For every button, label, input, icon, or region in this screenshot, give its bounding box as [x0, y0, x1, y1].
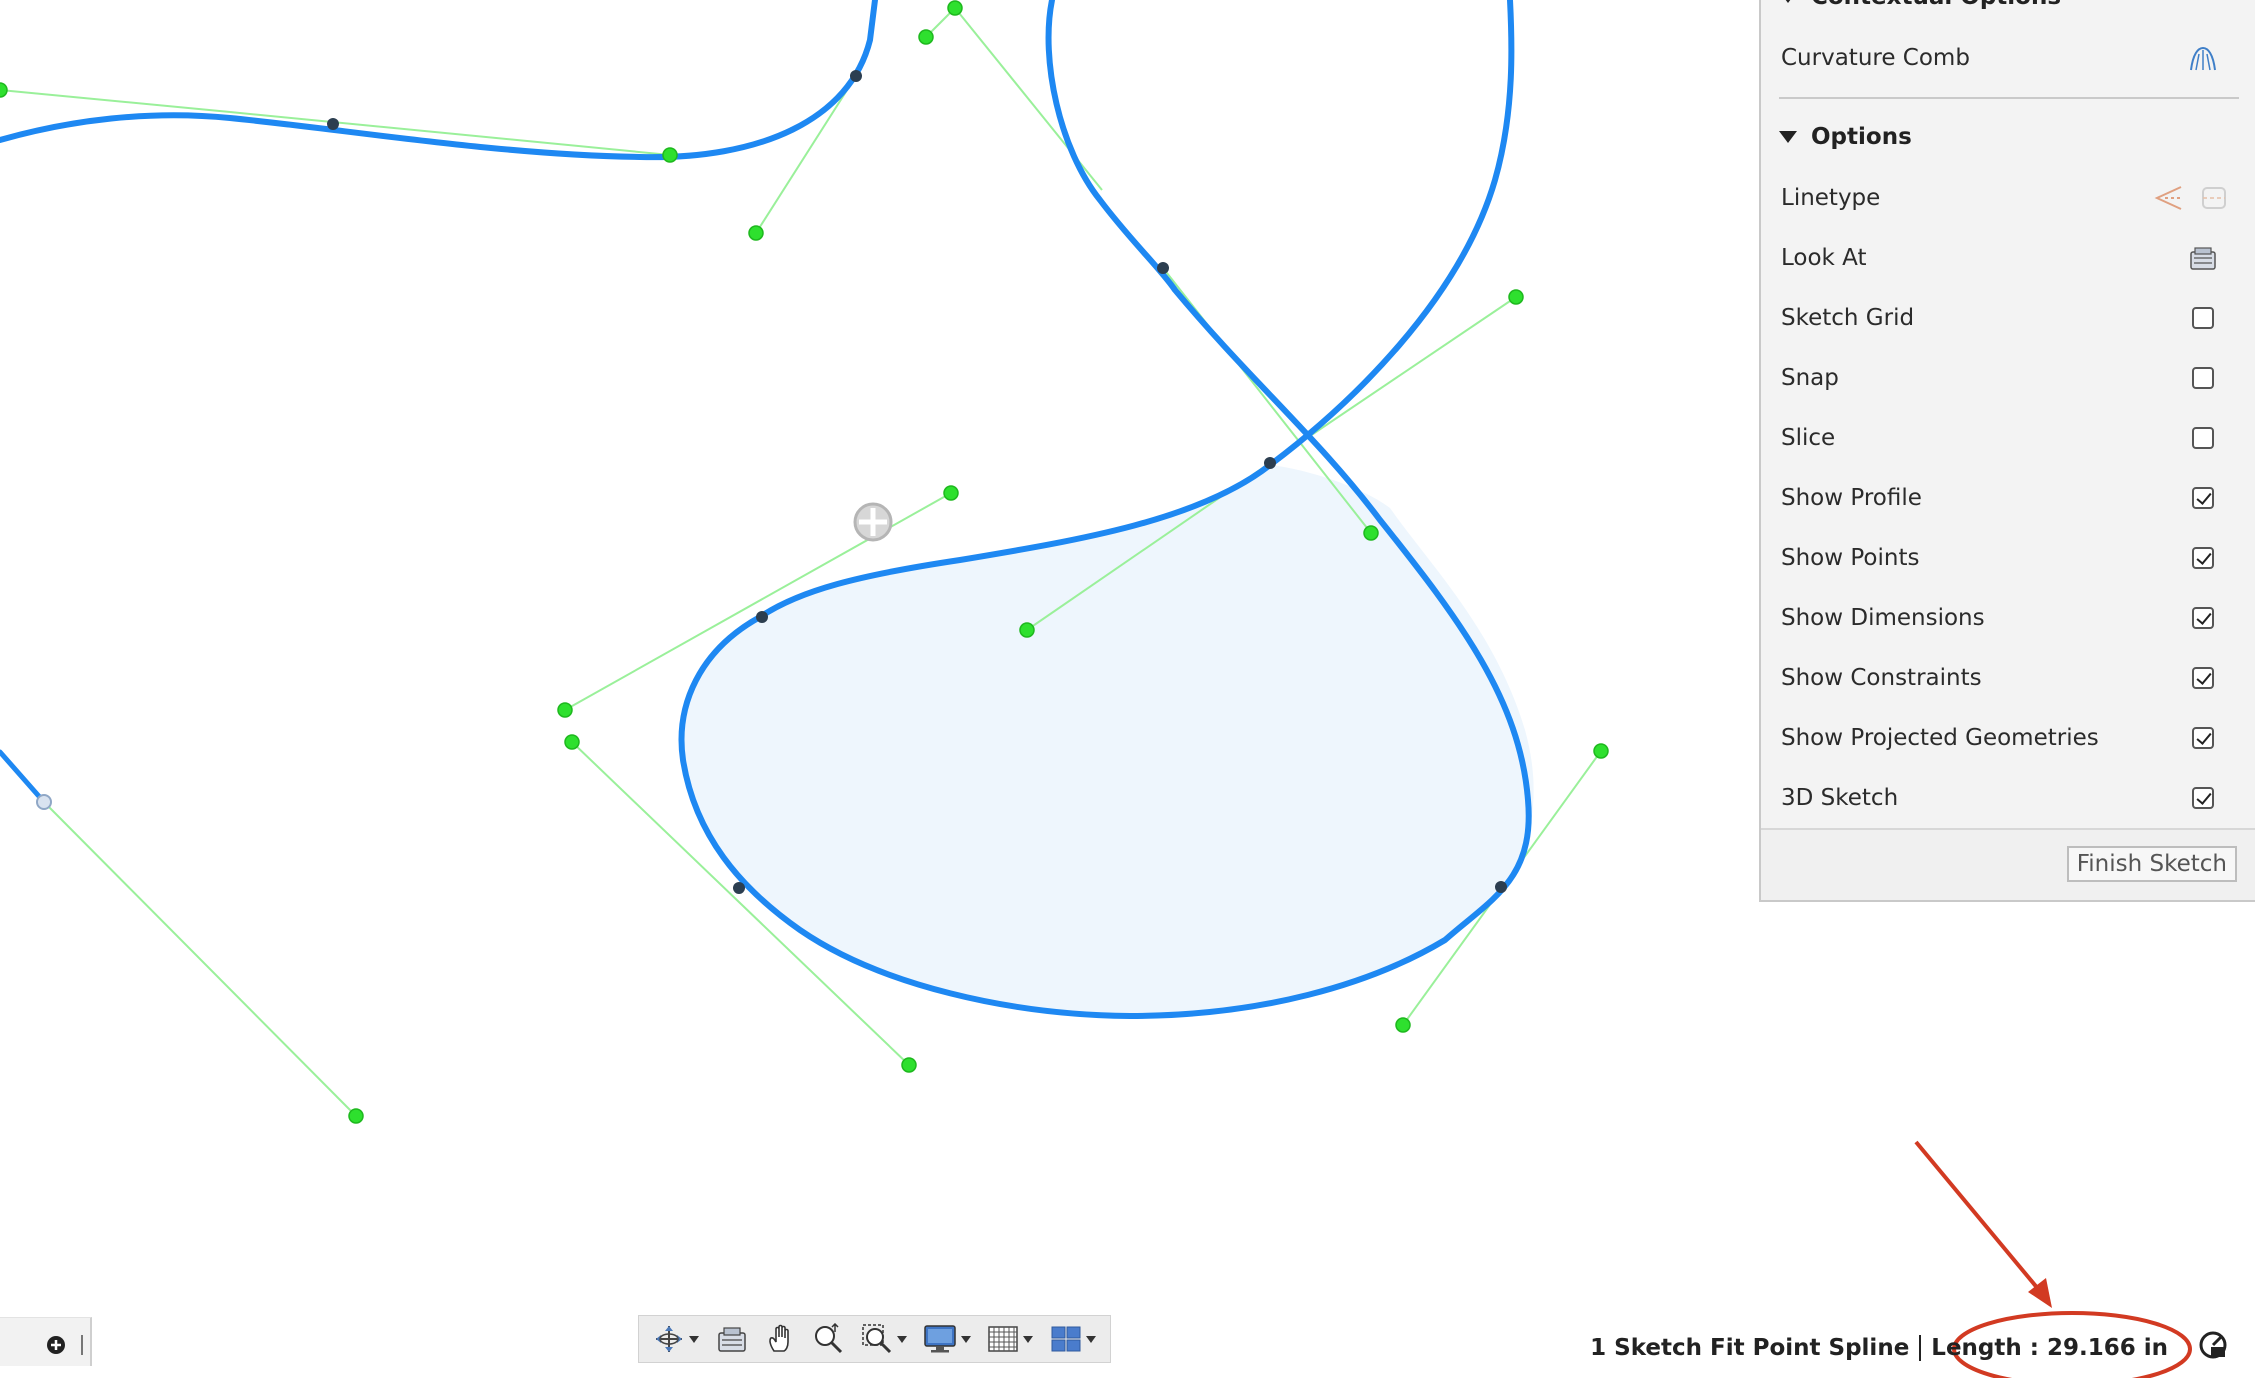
linetype-controls — [2129, 181, 2229, 215]
browser-collapsed-stub[interactable] — [0, 1317, 92, 1366]
length-readout: Length : 29.166 in — [1931, 1335, 2168, 1361]
viewports-tool[interactable] — [1050, 1323, 1096, 1355]
status-separator — [1919, 1335, 1922, 1361]
zoom-window-icon[interactable] — [861, 1323, 893, 1355]
slice-row: Slice — [1781, 418, 2221, 458]
navigation-bar — [638, 1315, 1111, 1363]
chevron-down-icon[interactable] — [689, 1335, 700, 1343]
show-constraints-checkbox[interactable] — [2192, 667, 2214, 689]
3d-sketch-label: 3D Sketch — [1781, 785, 1899, 811]
look-at-icon[interactable] — [716, 1324, 748, 1354]
look-at-label: Look At — [1781, 245, 1867, 271]
show-projected-geometries-label: Show Projected Geometries — [1781, 725, 2099, 751]
pan-hand-icon[interactable] — [764, 1323, 796, 1355]
curvature-comb-row: Curvature Comb — [1781, 38, 2221, 78]
section-divider — [1779, 97, 2239, 99]
collapse-triangle-icon[interactable] — [1779, 131, 1797, 143]
construction-linetype-icon[interactable] — [2153, 183, 2185, 213]
sketch-grid-label: Sketch Grid — [1781, 305, 1915, 331]
contextual-options-header[interactable]: Contextual Options — [1779, 0, 2061, 10]
slice-label: Slice — [1781, 425, 1836, 451]
sketch-grid-row: Sketch Grid — [1781, 298, 2221, 338]
curvature-comb-icon[interactable] — [2177, 41, 2229, 75]
grid-tool[interactable] — [987, 1323, 1034, 1355]
cursor-marker-icon — [853, 502, 893, 542]
finish-sketch-button[interactable]: Finish Sketch — [2066, 846, 2237, 882]
collapse-triangle-icon[interactable] — [1779, 0, 1797, 3]
viewports-icon[interactable] — [1050, 1323, 1082, 1355]
sketch-grid-checkbox[interactable] — [2192, 307, 2214, 329]
3d-sketch-checkbox[interactable] — [2192, 787, 2214, 809]
look-at-row: Look At — [1781, 238, 2221, 278]
3d-sketch-row: 3D Sketch — [1781, 778, 2221, 818]
linetype-label: Linetype — [1781, 185, 1881, 211]
show-constraints-label: Show Constraints — [1781, 665, 1982, 691]
centerline-linetype-icon[interactable] — [2199, 183, 2229, 213]
show-points-row: Show Points — [1781, 538, 2221, 578]
curvature-comb-label: Curvature Comb — [1781, 45, 1970, 71]
selection-status: 1 Sketch Fit Point Spline — [1590, 1335, 1910, 1361]
status-bar: 1 Sketch Fit Point Spline Length : 29.16… — [1590, 1330, 2228, 1366]
end-point[interactable] — [36, 794, 52, 810]
display-settings-icon[interactable] — [923, 1324, 957, 1354]
zoom-window-tool[interactable] — [861, 1323, 907, 1355]
show-constraints-row: Show Constraints — [1781, 658, 2221, 698]
orbit-icon[interactable] — [653, 1323, 685, 1355]
show-dimensions-row: Show Dimensions — [1781, 598, 2221, 638]
options-header[interactable]: Options — [1779, 124, 1912, 150]
show-profile-checkbox[interactable] — [2192, 487, 2214, 509]
show-dimensions-label: Show Dimensions — [1781, 605, 1985, 631]
snap-checkbox[interactable] — [2192, 367, 2214, 389]
display-settings-tool[interactable] — [923, 1324, 972, 1354]
show-points-label: Show Points — [1781, 545, 1920, 571]
snap-row: Snap — [1781, 358, 2221, 398]
chevron-down-icon[interactable] — [896, 1335, 907, 1343]
chevron-down-icon[interactable] — [1085, 1335, 1096, 1343]
look-at-icon[interactable] — [2177, 241, 2229, 275]
snap-label: Snap — [1781, 365, 1839, 391]
show-dimensions-checkbox[interactable] — [2192, 607, 2214, 629]
finish-bar: Finish Sketch — [1761, 828, 2255, 900]
chevron-down-icon[interactable] — [961, 1335, 972, 1343]
measure-tool-icon[interactable] — [2198, 1330, 2228, 1366]
show-projected-geometries-row: Show Projected Geometries — [1781, 718, 2221, 758]
chevron-down-icon[interactable] — [1023, 1335, 1034, 1343]
orbit-tool[interactable] — [653, 1323, 700, 1355]
show-profile-row: Show Profile — [1781, 478, 2221, 518]
show-profile-label: Show Profile — [1781, 485, 1922, 511]
show-points-checkbox[interactable] — [2192, 547, 2214, 569]
sketch-palette: Contextual Options Curvature Comb Option… — [1759, 0, 2255, 902]
show-projected-geometries-checkbox[interactable] — [2192, 727, 2214, 749]
grid-icon[interactable] — [987, 1323, 1019, 1355]
slice-checkbox[interactable] — [2192, 427, 2214, 449]
linetype-row: Linetype — [1781, 178, 2226, 218]
zoom-icon[interactable] — [812, 1323, 844, 1355]
